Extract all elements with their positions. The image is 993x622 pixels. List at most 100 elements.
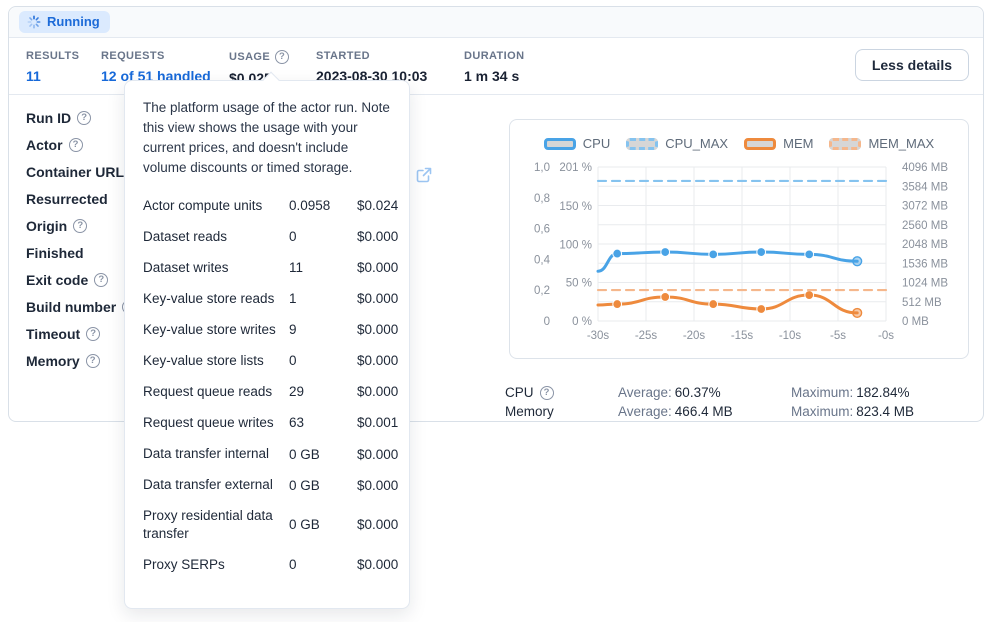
svg-text:100 %: 100 % bbox=[559, 239, 592, 251]
usage-row-value: 0 bbox=[289, 353, 349, 368]
usage-row-label: Key-value store writes bbox=[143, 321, 281, 339]
help-icon[interactable]: ? bbox=[77, 111, 91, 125]
usage-row-price: $0.000 bbox=[357, 353, 398, 368]
status-badge: Running bbox=[19, 11, 110, 33]
svg-text:1,0: 1,0 bbox=[534, 162, 550, 174]
memory-average: Average:466.4 MB bbox=[618, 404, 791, 419]
svg-text:1536 MB: 1536 MB bbox=[902, 258, 948, 270]
stat-requests-label: REQUESTS bbox=[101, 50, 211, 62]
external-link-icon[interactable] bbox=[416, 167, 432, 188]
svg-text:0 MB: 0 MB bbox=[902, 316, 929, 328]
svg-text:0: 0 bbox=[544, 316, 550, 328]
usage-row-value: 1 bbox=[289, 291, 349, 306]
stat-duration: DURATION 1 m 34 s bbox=[464, 50, 524, 84]
svg-text:-30s: -30s bbox=[587, 330, 610, 342]
status-strip: Running bbox=[9, 7, 983, 38]
help-icon[interactable]: ? bbox=[94, 273, 108, 287]
usage-row-label: Data transfer external bbox=[143, 476, 281, 494]
usage-table: Actor compute units 0.0958 $0.024 Datase… bbox=[143, 197, 391, 574]
svg-text:0,6: 0,6 bbox=[534, 224, 550, 236]
svg-text:0,4: 0,4 bbox=[534, 254, 551, 266]
svg-text:1024 MB: 1024 MB bbox=[902, 278, 948, 290]
cpu-stats-row: CPU ? Average:60.37% Maximum:182.84% bbox=[505, 383, 914, 402]
usage-row-price: $0.000 bbox=[357, 260, 398, 275]
usage-help-icon[interactable]: ? bbox=[275, 50, 289, 64]
cpu-maximum: Maximum:182.84% bbox=[791, 385, 914, 400]
usage-row-price: $0.000 bbox=[357, 447, 398, 462]
resource-stats: CPU ? Average:60.37% Maximum:182.84% Mem… bbox=[505, 383, 914, 421]
help-icon[interactable]: ? bbox=[69, 138, 83, 152]
usage-row-price: $0.000 bbox=[357, 557, 398, 572]
svg-text:2048 MB: 2048 MB bbox=[902, 239, 948, 251]
usage-row-price: $0.000 bbox=[357, 384, 398, 399]
svg-text:-25s: -25s bbox=[635, 330, 658, 342]
usage-row-label: Request queue reads bbox=[143, 383, 281, 401]
help-icon[interactable]: ? bbox=[86, 354, 100, 368]
cpu-average: Average:60.37% bbox=[618, 385, 791, 400]
svg-text:3584 MB: 3584 MB bbox=[902, 181, 948, 193]
usage-row-price: $0.000 bbox=[357, 291, 398, 306]
usage-row-value: 11 bbox=[289, 260, 349, 275]
svg-text:50 %: 50 % bbox=[566, 278, 592, 290]
svg-text:-10s: -10s bbox=[779, 330, 802, 342]
usage-row-label: Dataset writes bbox=[143, 259, 281, 277]
stat-duration-label: DURATION bbox=[464, 50, 524, 62]
usage-row-price: $0.001 bbox=[357, 415, 398, 430]
usage-row-value: 0 GB bbox=[289, 447, 349, 462]
svg-text:-20s: -20s bbox=[683, 330, 706, 342]
stat-duration-value: 1 m 34 s bbox=[464, 68, 524, 84]
stat-started-label: STARTED bbox=[316, 50, 427, 62]
svg-text:0,2: 0,2 bbox=[534, 285, 550, 297]
svg-text:-15s: -15s bbox=[731, 330, 754, 342]
svg-text:-0s: -0s bbox=[878, 330, 894, 342]
usage-row-label: Request queue writes bbox=[143, 414, 281, 432]
usage-row-label: Actor compute units bbox=[143, 197, 281, 215]
usage-row-label: Key-value store reads bbox=[143, 290, 281, 308]
usage-row-label: Dataset reads bbox=[143, 228, 281, 246]
stat-requests: REQUESTS 12 of 51 handled bbox=[101, 50, 211, 84]
memory-stats-label: Memory bbox=[505, 404, 554, 419]
stat-results-label: RESULTS bbox=[26, 50, 79, 62]
usage-row-value: 63 bbox=[289, 415, 349, 430]
spinner-icon bbox=[27, 15, 41, 29]
svg-text:4096 MB: 4096 MB bbox=[902, 162, 948, 174]
usage-row-label: Key-value store lists bbox=[143, 352, 281, 370]
stat-results: RESULTS 11 bbox=[26, 50, 79, 84]
usage-row-value: 0 bbox=[289, 557, 349, 572]
cpu-help-icon[interactable]: ? bbox=[540, 386, 554, 400]
less-details-button[interactable]: Less details bbox=[855, 49, 969, 81]
usage-row-label: Proxy SERPs bbox=[143, 556, 281, 574]
usage-row-price: $0.000 bbox=[357, 478, 398, 493]
usage-row-label: Data transfer internal bbox=[143, 445, 281, 463]
svg-text:-5s: -5s bbox=[830, 330, 846, 342]
svg-text:201 %: 201 % bbox=[559, 162, 592, 174]
usage-row-price: $0.000 bbox=[357, 517, 398, 532]
usage-row-value: 0 GB bbox=[289, 478, 349, 493]
svg-text:0 %: 0 % bbox=[572, 316, 592, 328]
memory-stats-row: Memory Average:466.4 MB Maximum:823.4 MB bbox=[505, 402, 914, 421]
svg-text:512 MB: 512 MB bbox=[902, 297, 942, 309]
tooltip-description: The platform usage of the actor run. Not… bbox=[143, 98, 391, 178]
svg-text:2560 MB: 2560 MB bbox=[902, 220, 948, 232]
help-icon[interactable]: ? bbox=[73, 219, 87, 233]
stat-usage-label: USAGE bbox=[229, 51, 270, 63]
status-badge-label: Running bbox=[47, 14, 100, 29]
usage-row-price: $0.000 bbox=[357, 229, 398, 244]
usage-row-price: $0.000 bbox=[357, 322, 398, 337]
resource-usage-chart-svg: 1,0 0,8 0,6 0,4 0,2 0 201 % 150 % 100 % 50 % 0 % 40… bbox=[510, 120, 970, 360]
cpu-stats-label: CPU bbox=[505, 385, 534, 400]
usage-row-price: $0.024 bbox=[357, 198, 398, 213]
help-icon[interactable]: ? bbox=[86, 327, 100, 341]
resource-usage-chart-panel: CPU CPU_MAX MEM MEM_MAX 1,00,80,60,40,20… bbox=[509, 119, 969, 359]
stat-started: STARTED 2023-08-30 10:03 bbox=[316, 50, 427, 84]
usage-row-value: 0 GB bbox=[289, 517, 349, 532]
svg-text:3072 MB: 3072 MB bbox=[902, 201, 948, 213]
svg-text:150 %: 150 % bbox=[559, 201, 592, 213]
usage-row-value: 29 bbox=[289, 384, 349, 399]
stat-results-value[interactable]: 11 bbox=[26, 68, 79, 84]
usage-tooltip: The platform usage of the actor run. Not… bbox=[124, 80, 410, 609]
usage-row-value: 0.0958 bbox=[289, 198, 349, 213]
usage-row-value: 0 bbox=[289, 229, 349, 244]
svg-text:0,8: 0,8 bbox=[534, 193, 550, 205]
memory-maximum: Maximum:823.4 MB bbox=[791, 404, 914, 419]
